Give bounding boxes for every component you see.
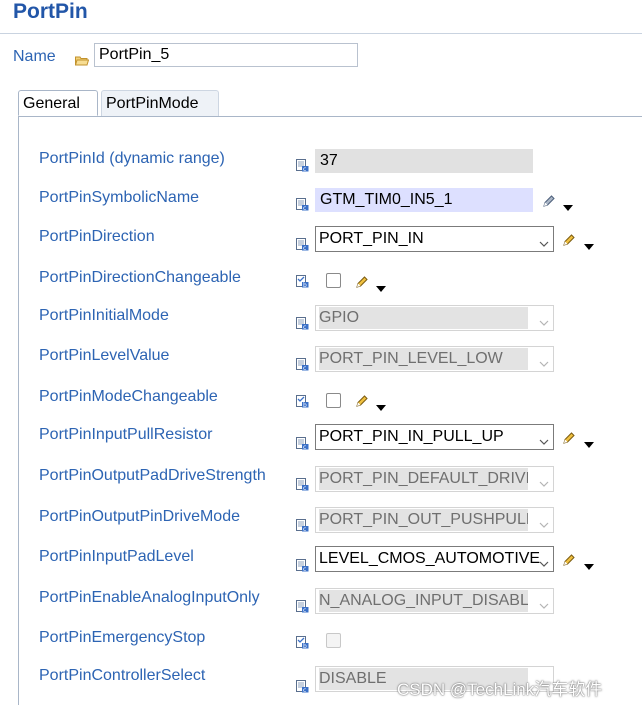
portpininputpullresistor-value: PORT_PIN_IN_PULL_UP [319,428,504,445]
portpindirectionchangeable-checkbox[interactable] [326,273,341,288]
svg-text:c: c [303,166,306,172]
portpinid-field: 37 [315,149,533,173]
calculator-icon: c [296,317,309,330]
dropdown-arrow-icon[interactable] [376,398,386,411]
portpinoutputpaddrivestrength-combo: PORT_PIN_DEFAULT_DRIVER [315,466,554,492]
dropdown-arrow-icon[interactable] [563,198,573,211]
chevron-down-icon [539,473,549,487]
edit-pencil-icon[interactable] [542,194,556,208]
folder-icon [74,53,90,71]
label-portpinenableanaloginputonly: PortPinEnableAnalogInputOnly [39,589,260,606]
svg-text:c: c [303,365,306,371]
portpinemergencystop-checkbox [326,633,341,648]
editor-title: PortPin [13,0,88,23]
svg-text:c: c [303,566,306,572]
label-portpininitialmode: PortPinInitialMode [39,307,169,324]
label-portpincontrollerselect: PortPinControllerSelect [39,667,206,684]
portpininputpullresistor-combo[interactable]: PORT_PIN_IN_PULL_UP [315,424,554,450]
svg-text:c: c [303,245,306,251]
tab-general[interactable]: General [18,90,98,116]
label-portpininputpullresistor: PortPinInputPullResistor [39,426,213,443]
portpinmodechangeable-checkbox[interactable] [326,393,341,408]
edit-pencil-icon[interactable] [355,275,369,289]
calculator-icon: c [296,600,309,613]
portpindirection-combo[interactable]: PORT_PIN_IN [315,226,554,252]
chevron-down-icon [539,553,549,567]
label-portpininputpadlevel: PortPinInputPadLevel [39,548,194,565]
svg-text:c: c [303,607,306,613]
svg-text:c: c [303,324,306,330]
chevron-down-icon [539,353,549,367]
portpinoutputpindrivemode-value: PORT_PIN_OUT_PUSHPULL [319,509,528,531]
chevron-down-icon [539,312,549,326]
boolean-icon: b [296,395,309,408]
chevron-down-icon [539,514,549,528]
label-portpinsymbolicname: PortPinSymbolicName [39,189,200,206]
svg-text:b: b [303,643,307,649]
chevron-down-icon [539,595,549,609]
portpininputpadlevel-combo[interactable]: LEVEL_CMOS_AUTOMOTIVE [315,546,554,572]
portpininputpadlevel-value: LEVEL_CMOS_AUTOMOTIVE [319,550,541,567]
calculator-icon: c [296,559,309,572]
svg-text:c: c [303,485,306,491]
label-portpindirectionchangeable: PortPinDirectionChangeable [39,269,241,286]
portpinoutputpaddrivestrength-value: PORT_PIN_DEFAULT_DRIVER [319,468,528,490]
calculator-icon: c [296,680,309,693]
watermark-text: CSDN @TechLink汽车软件 [397,680,603,699]
label-portpinoutputpindrivemode: PortPinOutputPinDriveMode [39,508,240,525]
name-label: Name [13,48,56,65]
label-portpinemergencystop: PortPinEmergencyStop [39,629,206,646]
chevron-down-icon [539,233,549,247]
calculator-icon: c [296,198,309,211]
portpindirection-value: PORT_PIN_IN [319,230,424,247]
boolean-icon: b [296,275,309,288]
portpinlevelvalue-value: PORT_PIN_LEVEL_LOW [319,348,528,370]
portpinoutputpindrivemode-combo: PORT_PIN_OUT_PUSHPULL [315,507,554,533]
edit-pencil-icon[interactable] [355,394,369,408]
tab-portpinmode[interactable]: PortPinMode [101,90,219,116]
calculator-icon: c [296,358,309,371]
calculator-icon: c [296,519,309,532]
calculator-icon: c [296,478,309,491]
dropdown-arrow-icon[interactable] [584,557,594,570]
svg-text:c: c [303,205,306,211]
calculator-icon: c [296,437,309,450]
label-portpindirection: PortPinDirection [39,228,155,245]
editor-title-bar: PortPin [0,0,642,34]
edit-pencil-icon[interactable] [562,233,576,247]
portpinenableanaloginputonly-value: N_ANALOG_INPUT_DISABLE [319,590,528,612]
portpinenableanaloginputonly-combo: N_ANALOG_INPUT_DISABLE [315,588,554,614]
edit-pencil-icon[interactable] [562,431,576,445]
svg-text:c: c [303,687,306,693]
tab-bar: General PortPinMode [18,90,642,117]
dropdown-arrow-icon[interactable] [376,279,386,292]
label-portpinid: PortPinId (dynamic range) [39,150,225,167]
label-portpinlevelvalue: PortPinLevelValue [39,347,170,364]
portpinlevelvalue-combo: PORT_PIN_LEVEL_LOW [315,346,554,372]
edit-pencil-icon[interactable] [562,553,576,567]
portpininitialmode-value: GPIO [319,307,528,329]
panel-border [18,116,19,705]
svg-text:c: c [303,444,306,450]
svg-text:b: b [303,282,307,288]
label-portpinmodechangeable: PortPinModeChangeable [39,388,218,405]
label-portpinoutputpaddrivestrength: PortPinOutputPadDriveStrength [39,467,266,484]
dropdown-arrow-icon[interactable] [584,435,594,448]
portpinsymbolicname-input[interactable]: GTM_TIM0_IN5_1 [315,188,533,212]
dropdown-arrow-icon[interactable] [584,237,594,250]
portpininitialmode-combo: GPIO [315,305,554,331]
chevron-down-icon [539,431,549,445]
name-input[interactable]: PortPin_5 [94,43,358,67]
svg-text:b: b [303,402,307,408]
svg-text:c: c [303,526,306,532]
calculator-icon: c [296,238,309,251]
boolean-icon: b [296,636,309,649]
calculator-icon: c [296,159,309,172]
